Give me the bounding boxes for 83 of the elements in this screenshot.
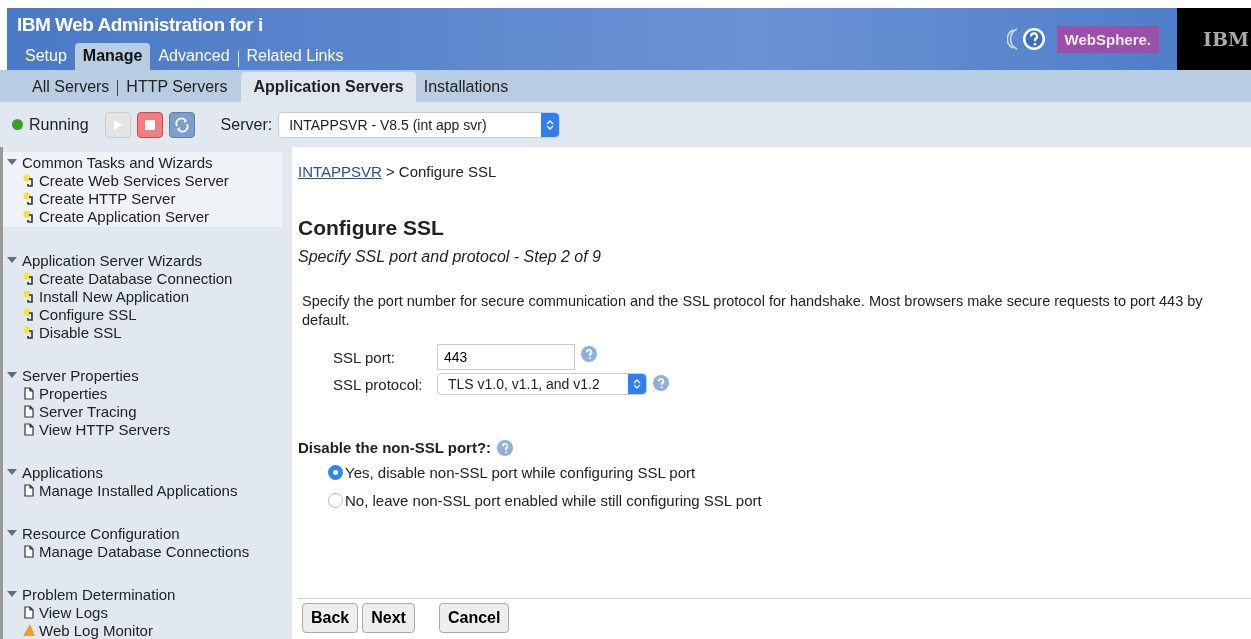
server-label: Server:: [220, 115, 273, 134]
sidebar-link[interactable]: Create Application Server: [3, 207, 282, 225]
page-heading: Configure SSL: [298, 216, 445, 240]
dropdown-arrows-icon: [628, 374, 646, 394]
expand-triangle-icon: [7, 468, 17, 476]
page-icon: [23, 404, 35, 418]
expand-triangle-icon: [7, 590, 17, 598]
wand-icon: [23, 325, 35, 339]
sidebar-link[interactable]: Disable SSL: [3, 323, 282, 341]
wand-icon: [23, 173, 35, 187]
server-tab[interactable]: Installations: [415, 72, 517, 102]
breadcrumb-current: > Configure SSL: [385, 163, 497, 180]
sidebar-link[interactable]: View HTTP Servers: [3, 420, 282, 438]
radio-button[interactable]: [328, 493, 343, 508]
server-dropdown[interactable]: INTAPPSVR - V8.5 (int app svr): [278, 111, 561, 138]
expand-triangle-icon: [7, 256, 17, 264]
wand-icon: [23, 191, 35, 205]
sidebar-link[interactable]: Manage Installed Applications: [3, 481, 282, 499]
nav-tab[interactable]: Setup: [17, 43, 75, 70]
wand-icon: [23, 307, 35, 321]
question-label: Disable the non-SSL port?:: [298, 439, 492, 456]
help-icon[interactable]: [581, 346, 597, 362]
sidebar-link[interactable]: Properties: [3, 384, 282, 402]
sidebar-link[interactable]: Create Database Connection: [3, 269, 282, 287]
step-subheading: Specify SSL port and protocol - Step 2 of 9: [298, 248, 602, 266]
nav-tab[interactable]: Manage: [74, 43, 151, 70]
expand-triangle-icon: [7, 529, 17, 537]
section-toggle[interactable]: Application Server Wizards: [3, 251, 282, 269]
section-toggle[interactable]: Resource Configuration: [3, 524, 282, 542]
sidebar-link[interactable]: View Logs: [3, 603, 282, 621]
sidebar-link[interactable]: Web Log Monitor: [3, 621, 282, 639]
wizard-button[interactable]: Cancel: [438, 603, 510, 633]
radio-button[interactable]: [328, 465, 343, 480]
wand-icon: [23, 289, 35, 303]
stop-icon: [144, 119, 155, 130]
stop-button[interactable]: [136, 111, 163, 138]
port-field[interactable]: 443: [437, 344, 575, 370]
page-icon: [23, 544, 35, 558]
expand-triangle-icon: [7, 371, 17, 379]
ibm-logo: IBM: [1203, 28, 1249, 50]
server-tab[interactable]: HTTP Servers: [118, 72, 236, 102]
page-icon: [23, 422, 35, 436]
dropdown-arrows-icon: [541, 112, 560, 137]
option-label: No, leave non-SSL port enabled while still configuring SSL port: [345, 492, 762, 509]
play-icon: [112, 118, 123, 131]
breadcrumb-link[interactable]: INTAPPSVR: [298, 163, 382, 180]
section-toggle[interactable]: Applications: [3, 463, 282, 481]
help-icon[interactable]: [1006, 26, 1047, 52]
sidebar-link[interactable]: Install New Application: [3, 287, 282, 305]
description: Specify the port number for secure communication and the SSL protocol for handshake. Most browsers make secure requests to port 443 by default.: [302, 292, 1204, 330]
section-toggle[interactable]: Common Tasks and Wizards: [3, 153, 282, 171]
status-text: Running: [29, 115, 89, 134]
page-icon: [23, 386, 35, 400]
page-icon: [23, 605, 35, 619]
sidebar-link[interactable]: Create Web Services Server: [3, 171, 282, 189]
refresh-button[interactable]: [168, 111, 195, 138]
expand-triangle-icon: [7, 158, 17, 166]
field-label: SSL port:: [333, 348, 396, 366]
section-toggle[interactable]: Problem Determination: [3, 585, 282, 603]
field-label: SSL protocol:: [333, 375, 424, 393]
wizard-button[interactable]: Back: [302, 603, 359, 633]
help-icon[interactable]: [653, 375, 669, 391]
app-title: IBM Web Administration for i: [17, 13, 264, 36]
wand-icon: [23, 271, 35, 285]
warning-icon: [23, 623, 35, 637]
sidebar-link[interactable]: Server Tracing: [3, 402, 282, 420]
refresh-icon: [173, 116, 190, 133]
sidebar-link[interactable]: Manage Database Connections: [3, 542, 282, 560]
status-dot: [12, 119, 23, 130]
page-icon: [23, 483, 35, 497]
nav-tab[interactable]: Advanced: [150, 43, 238, 70]
server-tab[interactable]: Application Servers: [241, 72, 416, 102]
server-tab[interactable]: All Servers: [24, 72, 118, 102]
option-label: Yes, disable non-SSL port while configuring SSL port: [345, 464, 696, 481]
sidebar-link[interactable]: Create HTTP Server: [3, 189, 282, 207]
wand-icon: [23, 209, 35, 223]
help-icon[interactable]: [497, 439, 514, 456]
sidebar-link[interactable]: Configure SSL: [3, 305, 282, 323]
section-toggle[interactable]: Server Properties: [3, 366, 282, 384]
websphere-logo: WebSphere.: [1056, 25, 1159, 53]
wizard-button[interactable]: Next: [362, 603, 415, 633]
nav-tab[interactable]: Related Links: [238, 43, 352, 70]
protocol-dropdown[interactable]: TLS v1.0, v1.1, and v1.2: [437, 373, 647, 395]
